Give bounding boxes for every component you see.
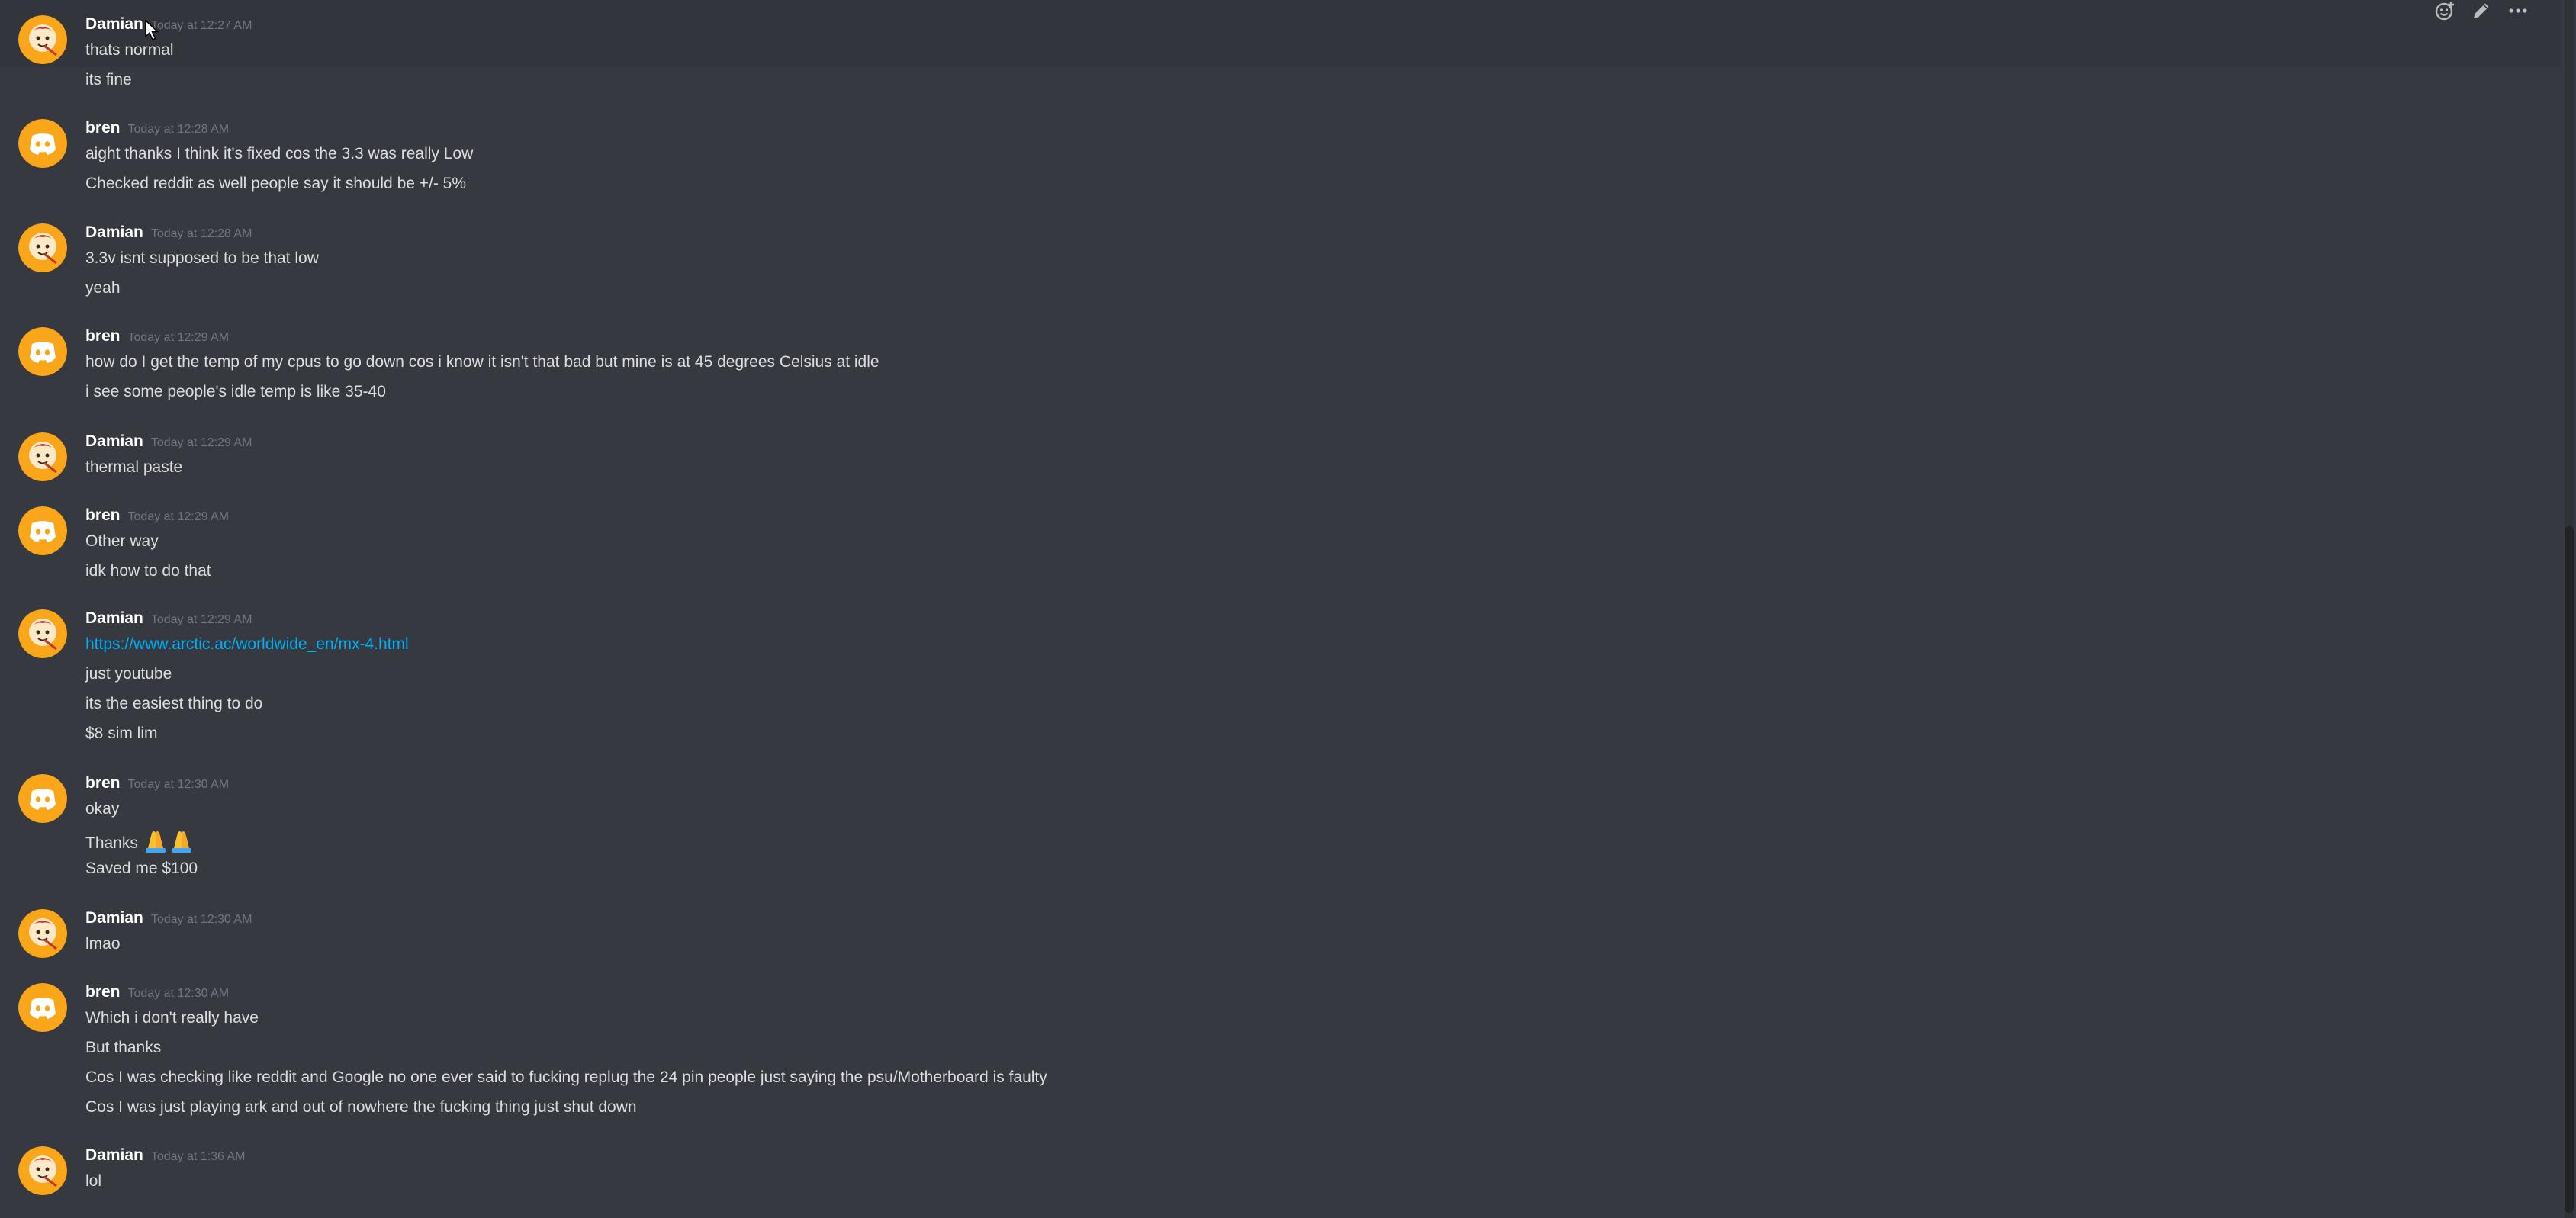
message-timestamp: Today at 12:30 AM <box>150 913 252 926</box>
message-author[interactable]: Damian <box>85 609 143 627</box>
message-line: lmao <box>85 935 121 953</box>
message-line: Checked reddit as well people say it sho… <box>85 175 467 192</box>
message-line: its fine <box>85 71 132 88</box>
damian-avatar-icon[interactable] <box>18 223 67 272</box>
message-line: Other way <box>85 532 159 550</box>
message-author[interactable]: Damian <box>85 15 143 33</box>
message-author[interactable]: Damian <box>85 909 143 927</box>
message-group[interactable]: Damian Today at 12:30 AM lmao <box>0 908 2561 969</box>
message-timestamp: Today at 12:30 AM <box>127 987 230 1000</box>
edit-pencil-icon[interactable] <box>2470 0 2493 21</box>
message-author[interactable]: Damian <box>85 1146 143 1164</box>
scrollbar-thumb[interactable] <box>2565 526 2574 1213</box>
folded-hands-emoji-icon[interactable] <box>143 828 193 853</box>
message-list: Damian Today at 12:27 AM thats normal its… <box>0 0 2561 1218</box>
message-author[interactable]: bren <box>85 119 121 137</box>
damian-avatar-icon[interactable] <box>18 609 67 658</box>
message-group[interactable]: bren Today at 12:29 AM Other way idk how … <box>0 503 2561 595</box>
mouse-cursor-icon <box>145 19 160 41</box>
message-timestamp: Today at 12:29 AM <box>127 331 230 344</box>
message-line: aight thanks I think it's fixed cos the … <box>85 145 474 162</box>
message-group[interactable]: bren Today at 12:30 AM okay Thanks Saved … <box>0 770 2561 892</box>
message-line: https://www.arctic.ac/worldwide_en/mx-4.… <box>85 634 409 655</box>
message-line: just youtube <box>85 665 172 683</box>
message-author[interactable]: bren <box>85 327 121 345</box>
damian-avatar-icon[interactable] <box>18 909 67 958</box>
damian-avatar-icon[interactable] <box>18 15 67 64</box>
discord-default-avatar-icon[interactable] <box>18 506 67 555</box>
message-group[interactable]: Damian Today at 12:29 AM thermal paste <box>0 431 2561 492</box>
message-line: lol <box>85 1172 102 1190</box>
message-line: Which i don't really have <box>85 1009 259 1027</box>
discord-default-avatar-icon[interactable] <box>18 774 67 823</box>
message-line: thermal paste <box>85 458 183 476</box>
more-options-icon[interactable] <box>2507 0 2529 21</box>
message-line: i see some people's idle temp is like 35… <box>85 383 386 400</box>
message-group[interactable]: bren Today at 12:29 AM how do I get the t… <box>0 324 2561 416</box>
message-line: Saved me $100 <box>85 860 198 877</box>
message-text: Thanks <box>85 834 138 852</box>
message-group[interactable]: Damian Today at 1:36 AM lol <box>0 1144 2561 1218</box>
discord-default-avatar-icon[interactable] <box>18 327 67 376</box>
message-timestamp: Today at 12:28 AM <box>127 123 230 136</box>
message-line: Thanks <box>85 828 193 854</box>
damian-avatar-icon[interactable] <box>18 1146 67 1195</box>
message-line: idk how to do that <box>85 562 211 580</box>
message-timestamp: Today at 12:29 AM <box>150 613 252 626</box>
message-author[interactable]: Damian <box>85 223 143 241</box>
message-author[interactable]: Damian <box>85 432 143 450</box>
message-line: okay <box>85 800 120 818</box>
message-timestamp: Today at 12:30 AM <box>127 778 230 791</box>
message-line: thats normal <box>85 41 174 59</box>
message-author[interactable]: bren <box>85 774 121 792</box>
message-line: 3.3v isnt supposed to be that low <box>85 249 319 267</box>
message-author[interactable]: bren <box>85 983 121 1001</box>
discord-default-avatar-icon[interactable] <box>18 983 67 1032</box>
message-line: yeah <box>85 279 121 297</box>
message-line: $8 sim lim <box>85 725 158 742</box>
message-line: But thanks <box>85 1039 162 1056</box>
message-group[interactable]: bren Today at 12:28 AM aight thanks I thi… <box>0 114 2561 206</box>
message-timestamp: Today at 1:36 AM <box>150 1150 246 1163</box>
message-author[interactable]: bren <box>85 506 121 524</box>
scrollbar-track[interactable] <box>2565 0 2574 1218</box>
message-hover-toolbar <box>2433 0 2555 21</box>
message-link[interactable]: https://www.arctic.ac/worldwide_en/mx-4.… <box>85 635 409 653</box>
add-reaction-icon[interactable] <box>2433 0 2456 21</box>
message-line: Cos I was just playing ark and out of no… <box>85 1098 637 1116</box>
message-line: its the easiest thing to do <box>85 695 263 712</box>
message-line: Cos I was checking like reddit and Googl… <box>85 1069 1047 1086</box>
message-timestamp: Today at 12:27 AM <box>150 19 252 32</box>
message-group[interactable]: Damian Today at 12:29 AM https://www.arct… <box>0 606 2561 759</box>
discord-default-avatar-icon[interactable] <box>18 119 67 168</box>
message-timestamp: Today at 12:29 AM <box>127 510 230 523</box>
message-line: how do I get the temp of my cpus to go d… <box>85 353 880 371</box>
message-timestamp: Today at 12:28 AM <box>150 227 252 240</box>
damian-avatar-icon[interactable] <box>18 432 67 481</box>
message-group[interactable]: Damian Today at 12:28 AM 3.3v isnt suppos… <box>0 221 2561 313</box>
message-group[interactable]: bren Today at 12:30 AM Which i don't real… <box>0 980 2561 1133</box>
message-timestamp: Today at 12:29 AM <box>150 436 252 449</box>
message-group[interactable]: Damian Today at 12:27 AM thats normal its… <box>0 0 2561 88</box>
